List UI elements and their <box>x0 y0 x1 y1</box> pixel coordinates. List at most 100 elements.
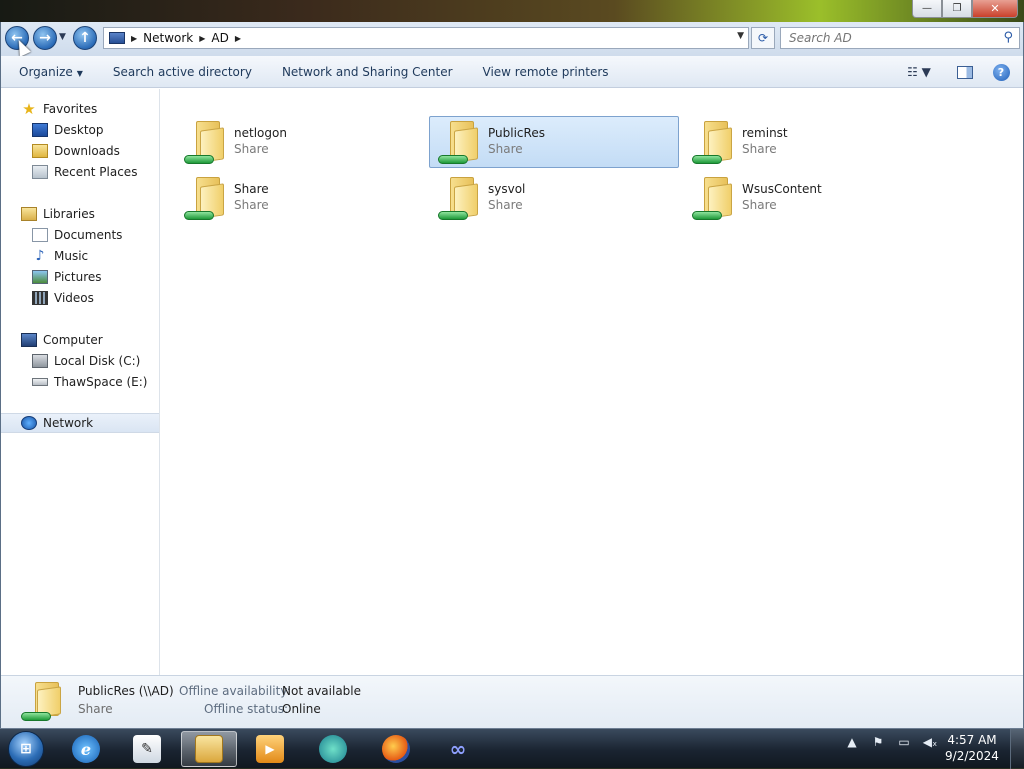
taskbar: ⊞ e ✎ ▶ ∞ ▲ ⚑ ▭ ◀ₓ 4:57 AM 9/2/2024 <box>0 728 1024 769</box>
share-tile-publicres[interactable]: PublicRes Share <box>429 116 679 168</box>
search-icon[interactable]: ⚲ <box>1003 30 1013 45</box>
taskbar-globe-app[interactable] <box>305 731 361 767</box>
shared-folder-icon <box>17 678 67 726</box>
share-name: sysvol <box>488 182 526 196</box>
notepad-icon: ✎ <box>133 735 161 763</box>
nav-music-label: Music <box>54 249 89 263</box>
share-tile-sysvol[interactable]: sysvol Share <box>429 172 679 224</box>
nav-network-label: Network <box>43 416 94 430</box>
share-name: WsusContent <box>742 182 822 196</box>
nav-documents-label: Documents <box>54 228 123 242</box>
search-input[interactable] <box>781 28 991 48</box>
share-name: Share <box>234 182 269 196</box>
computer-icon <box>21 333 37 347</box>
taskbar-visual-studio[interactable]: ∞ <box>430 731 486 767</box>
change-view-button[interactable]: ☷ ▼ <box>899 62 939 82</box>
nav-libraries-label: Libraries <box>43 207 95 221</box>
internet-explorer-icon: e <box>72 735 100 763</box>
clock-time: 4:57 AM <box>947 733 997 747</box>
pictures-icon <box>32 270 48 284</box>
nav-favorites[interactable]: ★ Favorites <box>21 99 97 119</box>
nav-libraries[interactable]: Libraries <box>21 204 95 224</box>
preview-pane-icon <box>957 65 973 79</box>
view-options-icon: ☷ ▼ <box>907 65 931 79</box>
share-tile-wsuscontent[interactable]: WsusContent Share <box>683 172 933 224</box>
nav-downloads[interactable]: Downloads <box>32 141 120 161</box>
nav-downloads-label: Downloads <box>54 144 120 158</box>
system-clock[interactable]: 4:57 AM 9/2/2024 <box>944 732 1000 764</box>
show-hidden-icons-chevron-icon[interactable]: ▲ <box>844 735 860 749</box>
taskbar-internet-explorer[interactable]: e <box>58 731 114 767</box>
start-button[interactable]: ⊞ <box>8 731 44 767</box>
network-sharing-center-button[interactable]: Network and Sharing Center <box>267 65 468 79</box>
nav-recent-places-label: Recent Places <box>54 165 138 179</box>
taskbar-media-player[interactable]: ▶ <box>242 731 298 767</box>
firefox-icon <box>382 735 410 763</box>
file-list: netlogon Share PublicRes Share reminst S… <box>161 89 1023 675</box>
notification-area: ▲ ⚑ ▭ ◀ₓ <box>844 735 938 749</box>
address-row: ← → ▼ ↑ ▶ Network ▶ AD ▶ ▼ ⟳ ⚲ <box>1 22 1023 57</box>
show-desktop-button[interactable] <box>1010 729 1024 769</box>
search-active-directory-button[interactable]: Search active directory <box>98 65 267 79</box>
breadcrumb-separator-icon[interactable]: ▶ <box>235 34 241 43</box>
chevron-down-icon: ▼ <box>76 68 83 78</box>
breadcrumb-separator-icon[interactable]: ▶ <box>199 34 205 43</box>
share-type: Share <box>488 142 523 156</box>
up-button[interactable]: ↑ <box>73 26 97 50</box>
star-icon: ★ <box>22 100 36 118</box>
clock-date: 9/2/2024 <box>945 749 999 763</box>
share-tile-share[interactable]: Share Share <box>175 172 425 224</box>
help-button[interactable]: ? <box>991 62 1011 82</box>
address-history-dropdown[interactable]: ▼ <box>737 31 744 41</box>
restore-button[interactable]: ❐ <box>942 0 972 18</box>
breadcrumb-network[interactable]: Network <box>143 31 193 45</box>
breadcrumb-separator-icon[interactable]: ▶ <box>131 34 137 43</box>
share-name: PublicRes <box>488 126 545 140</box>
documents-icon <box>32 228 48 242</box>
taskbar-notepad[interactable]: ✎ <box>119 731 175 767</box>
nav-desktop[interactable]: Desktop <box>32 120 104 140</box>
offline-status-value: Online <box>282 702 321 716</box>
music-icon: ♪ <box>35 248 45 264</box>
nav-videos[interactable]: Videos <box>32 288 94 308</box>
taskbar-windows-explorer[interactable] <box>181 731 237 767</box>
recent-pages-dropdown[interactable]: ▼ <box>59 32 66 42</box>
nav-documents[interactable]: Documents <box>32 225 122 245</box>
share-type: Share <box>234 142 269 156</box>
forward-button[interactable]: → <box>33 26 57 50</box>
hard-disk-icon <box>32 354 48 368</box>
nav-pictures-label: Pictures <box>54 270 102 284</box>
address-bar[interactable]: ▶ Network ▶ AD ▶ ▼ <box>103 27 749 49</box>
nav-computer[interactable]: Computer <box>21 330 103 350</box>
nav-network[interactable]: Network <box>1 413 159 433</box>
organize-label: Organize <box>19 64 73 79</box>
preview-pane-button[interactable] <box>955 62 975 82</box>
nav-recent-places[interactable]: Recent Places <box>32 162 137 182</box>
share-tile-netlogon[interactable]: netlogon Share <box>175 116 425 168</box>
nav-music[interactable]: ♪ Music <box>32 246 89 266</box>
nav-thawspace-label: ThawSpace (E:) <box>54 375 148 389</box>
network-status-icon[interactable]: ▭ <box>896 735 912 749</box>
folder-icon <box>195 735 223 763</box>
search-box[interactable]: ⚲ <box>780 27 1020 49</box>
minimize-button[interactable]: — <box>912 0 942 18</box>
nav-pictures[interactable]: Pictures <box>32 267 102 287</box>
details-item-name: PublicRes (\\AD) <box>78 684 174 698</box>
nav-videos-label: Videos <box>54 291 94 305</box>
view-remote-printers-button[interactable]: View remote printers <box>468 65 624 79</box>
network-location-icon <box>109 32 125 44</box>
taskbar-firefox[interactable] <box>368 731 424 767</box>
nav-local-disk-c[interactable]: Local Disk (C:) <box>32 351 140 371</box>
organize-menu[interactable]: Organize ▼ <box>1 65 98 79</box>
videos-icon <box>32 291 48 305</box>
desktop-icon <box>32 123 48 137</box>
shared-folder-icon <box>182 175 226 223</box>
share-tile-reminst[interactable]: reminst Share <box>683 116 933 168</box>
close-button[interactable]: ✕ <box>972 0 1018 18</box>
refresh-button[interactable]: ⟳ <box>751 27 775 49</box>
share-name: netlogon <box>234 126 287 140</box>
breadcrumb-ad[interactable]: AD <box>211 31 228 45</box>
volume-muted-icon[interactable]: ◀ₓ <box>922 735 938 749</box>
action-center-flag-icon[interactable]: ⚑ <box>870 735 886 749</box>
nav-thawspace-e[interactable]: ThawSpace (E:) <box>32 372 147 392</box>
